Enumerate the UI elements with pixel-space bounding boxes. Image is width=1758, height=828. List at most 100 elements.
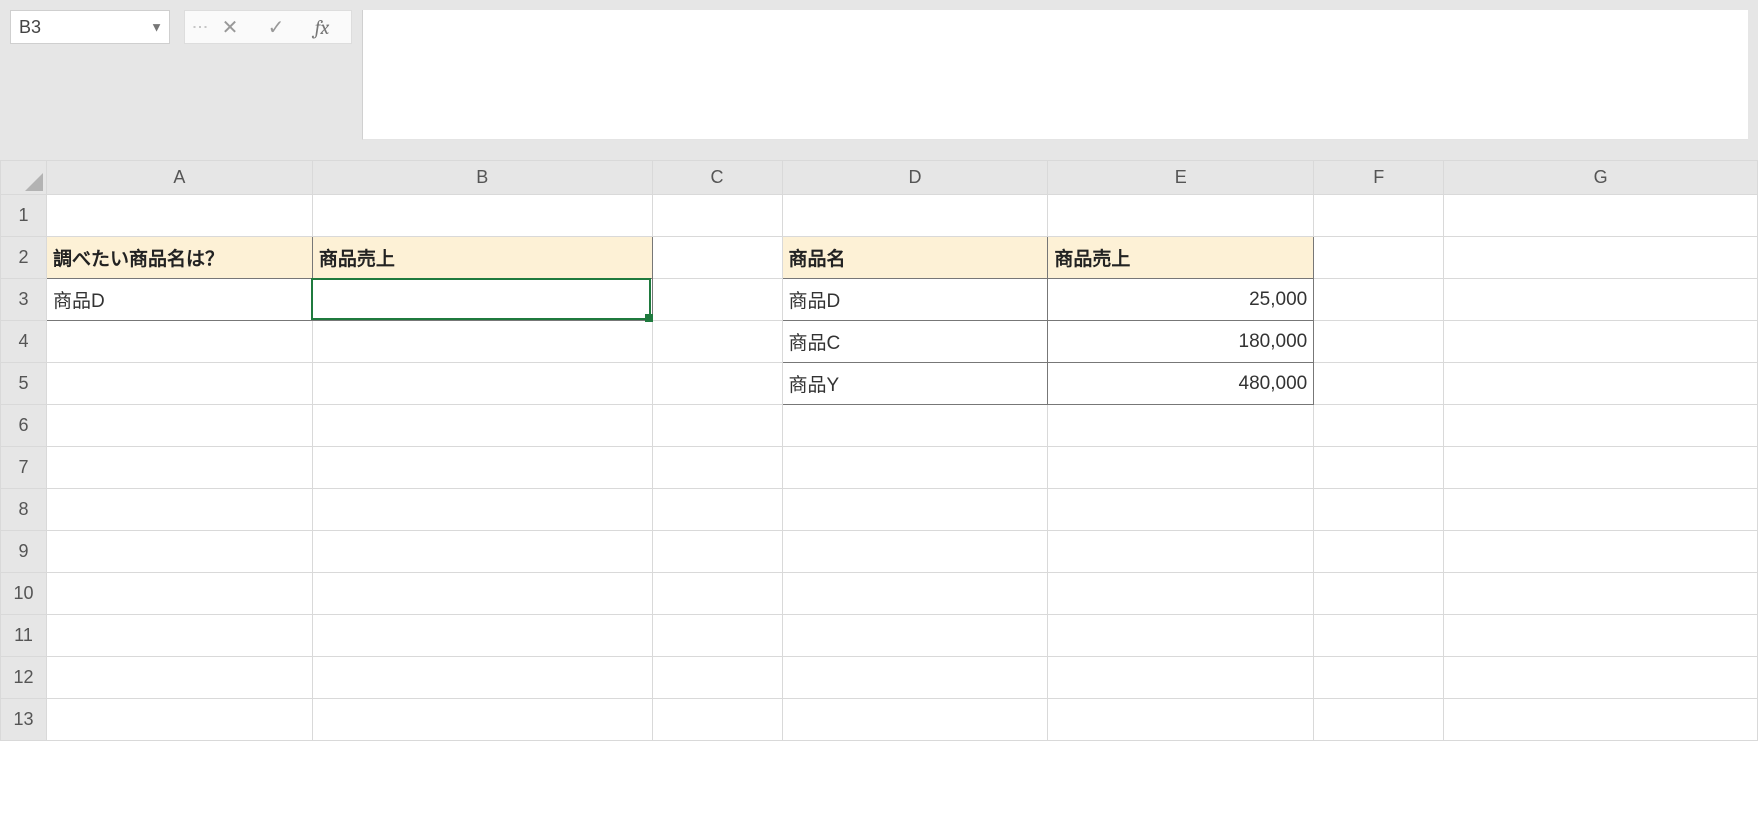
cell-D11[interactable] (782, 615, 1048, 657)
row-header-4[interactable]: 4 (1, 321, 47, 363)
cell-G13[interactable] (1444, 699, 1758, 741)
cell-F3[interactable] (1314, 279, 1444, 321)
cell-F6[interactable] (1314, 405, 1444, 447)
formula-input[interactable] (362, 10, 1748, 140)
cell-G12[interactable] (1444, 657, 1758, 699)
cell-F13[interactable] (1314, 699, 1444, 741)
row-header-1[interactable]: 1 (1, 195, 47, 237)
col-header-C[interactable]: C (652, 161, 782, 195)
cell-E3[interactable]: 25,000 (1048, 279, 1314, 321)
cell-D13[interactable] (782, 699, 1048, 741)
cell-G11[interactable] (1444, 615, 1758, 657)
cell-A3[interactable]: 商品D (46, 279, 312, 321)
row-header-13[interactable]: 13 (1, 699, 47, 741)
cell-E2[interactable]: 商品売上 (1048, 237, 1314, 279)
cell-E1[interactable] (1048, 195, 1314, 237)
cell-G8[interactable] (1444, 489, 1758, 531)
cell-G7[interactable] (1444, 447, 1758, 489)
enter-formula-button[interactable]: ✓ (253, 11, 299, 43)
cell-E8[interactable] (1048, 489, 1314, 531)
row-header-12[interactable]: 12 (1, 657, 47, 699)
drag-handle-icon[interactable]: ⋮ (191, 19, 207, 35)
cell-E4[interactable]: 180,000 (1048, 321, 1314, 363)
cell-G9[interactable] (1444, 531, 1758, 573)
cell-B11[interactable] (312, 615, 652, 657)
cell-G4[interactable] (1444, 321, 1758, 363)
cell-A4[interactable] (46, 321, 312, 363)
row-header-2[interactable]: 2 (1, 237, 47, 279)
cell-C3[interactable] (652, 279, 782, 321)
chevron-down-icon[interactable]: ▼ (150, 20, 163, 35)
cell-B8[interactable] (312, 489, 652, 531)
cell-E7[interactable] (1048, 447, 1314, 489)
col-header-A[interactable]: A (46, 161, 312, 195)
cell-C1[interactable] (652, 195, 782, 237)
cell-B1[interactable] (312, 195, 652, 237)
cell-A5[interactable] (46, 363, 312, 405)
cell-F8[interactable] (1314, 489, 1444, 531)
cell-D12[interactable] (782, 657, 1048, 699)
cell-A9[interactable] (46, 531, 312, 573)
row-header-10[interactable]: 10 (1, 573, 47, 615)
cell-C2[interactable] (652, 237, 782, 279)
row-header-5[interactable]: 5 (1, 363, 47, 405)
cell-D10[interactable] (782, 573, 1048, 615)
cell-F12[interactable] (1314, 657, 1444, 699)
row-header-6[interactable]: 6 (1, 405, 47, 447)
cell-G10[interactable] (1444, 573, 1758, 615)
select-all-corner[interactable] (1, 161, 47, 195)
cell-B3[interactable] (312, 279, 652, 321)
cell-G3[interactable] (1444, 279, 1758, 321)
spreadsheet-grid[interactable]: A B C D E F G 1 2 調べたい商品名は？ (0, 160, 1758, 828)
cell-E6[interactable] (1048, 405, 1314, 447)
cell-A1[interactable] (46, 195, 312, 237)
cell-B4[interactable] (312, 321, 652, 363)
row-header-8[interactable]: 8 (1, 489, 47, 531)
cell-C12[interactable] (652, 657, 782, 699)
cell-F11[interactable] (1314, 615, 1444, 657)
cell-C10[interactable] (652, 573, 782, 615)
cell-C8[interactable] (652, 489, 782, 531)
col-header-B[interactable]: B (312, 161, 652, 195)
cell-B9[interactable] (312, 531, 652, 573)
cell-F5[interactable] (1314, 363, 1444, 405)
cell-A2[interactable]: 調べたい商品名は？ (46, 237, 312, 279)
cell-F10[interactable] (1314, 573, 1444, 615)
cell-E10[interactable] (1048, 573, 1314, 615)
cell-A12[interactable] (46, 657, 312, 699)
cell-E9[interactable] (1048, 531, 1314, 573)
cell-B12[interactable] (312, 657, 652, 699)
cell-E11[interactable] (1048, 615, 1314, 657)
cell-D7[interactable] (782, 447, 1048, 489)
cell-B7[interactable] (312, 447, 652, 489)
cell-B5[interactable] (312, 363, 652, 405)
row-header-9[interactable]: 9 (1, 531, 47, 573)
col-header-G[interactable]: G (1444, 161, 1758, 195)
cell-F2[interactable] (1314, 237, 1444, 279)
cell-D4[interactable]: 商品C (782, 321, 1048, 363)
cell-F9[interactable] (1314, 531, 1444, 573)
cell-D9[interactable] (782, 531, 1048, 573)
row-header-7[interactable]: 7 (1, 447, 47, 489)
cell-E13[interactable] (1048, 699, 1314, 741)
cancel-formula-button[interactable]: ✕ (207, 11, 253, 43)
cell-D1[interactable] (782, 195, 1048, 237)
cell-B6[interactable] (312, 405, 652, 447)
cell-A8[interactable] (46, 489, 312, 531)
cell-C9[interactable] (652, 531, 782, 573)
cell-A7[interactable] (46, 447, 312, 489)
cell-F7[interactable] (1314, 447, 1444, 489)
cell-D8[interactable] (782, 489, 1048, 531)
cell-G6[interactable] (1444, 405, 1758, 447)
cell-A10[interactable] (46, 573, 312, 615)
cell-A6[interactable] (46, 405, 312, 447)
cell-G5[interactable] (1444, 363, 1758, 405)
cell-E12[interactable] (1048, 657, 1314, 699)
cell-A13[interactable] (46, 699, 312, 741)
cell-D3[interactable]: 商品D (782, 279, 1048, 321)
cell-C11[interactable] (652, 615, 782, 657)
cell-F4[interactable] (1314, 321, 1444, 363)
cell-D6[interactable] (782, 405, 1048, 447)
cell-E5[interactable]: 480,000 (1048, 363, 1314, 405)
cell-C6[interactable] (652, 405, 782, 447)
